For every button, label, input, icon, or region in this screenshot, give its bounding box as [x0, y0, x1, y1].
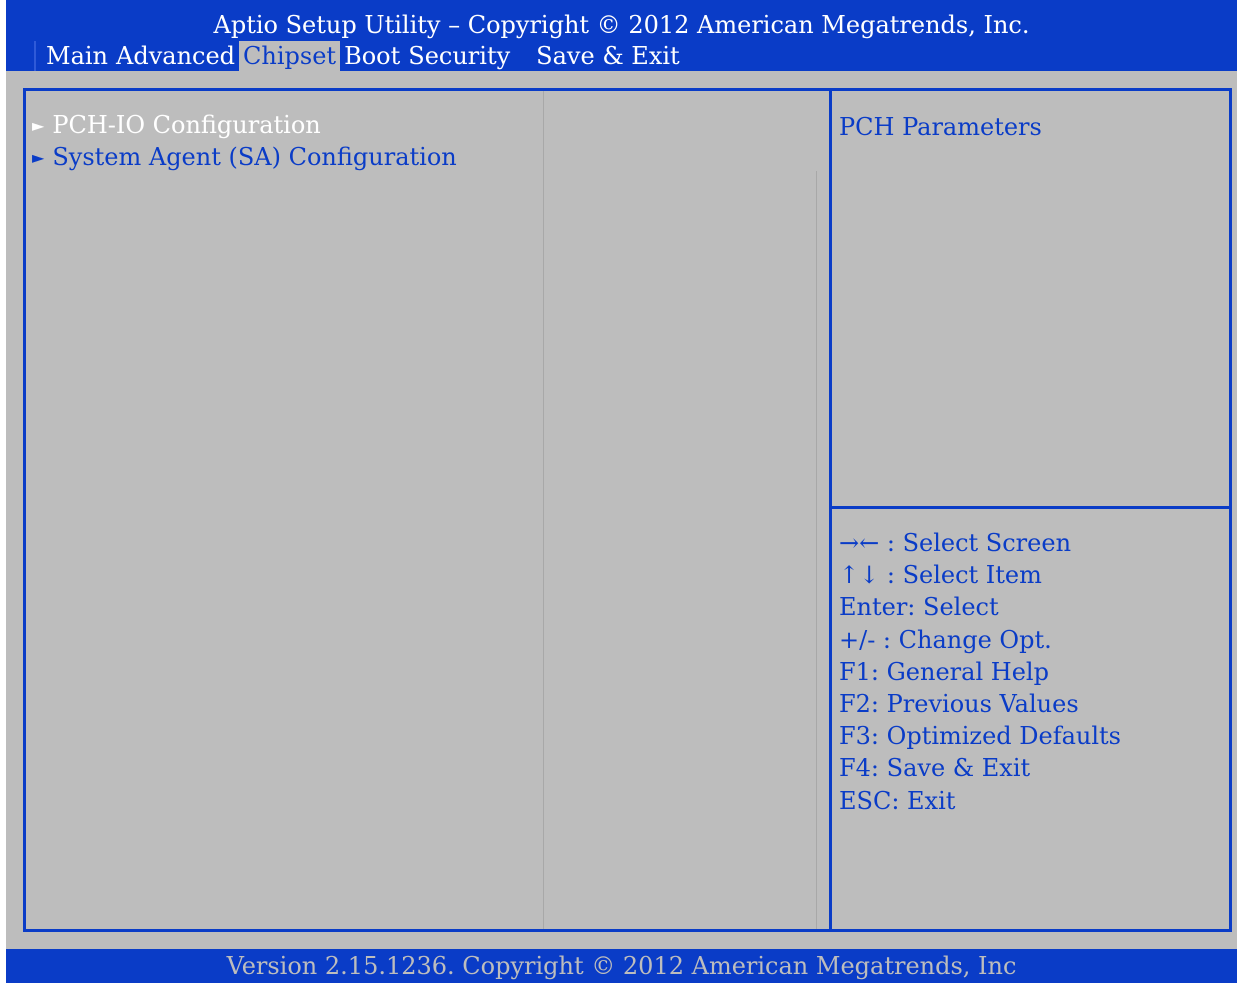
column-divider: [543, 91, 544, 929]
bios-screen: Aptio Setup Utility – Copyright © 2012 A…: [6, 0, 1237, 983]
help-text: PCH Parameters: [839, 113, 1042, 141]
help-panel: PCH Parameters →← : Select Screen ↑↓ : S…: [829, 88, 1232, 932]
key-hint-change-opt: +/- : Change Opt.: [839, 625, 1052, 654]
key-hint-f4: F4: Save & Exit: [839, 754, 1031, 783]
tab-security[interactable]: Security: [404, 41, 514, 71]
help-divider: [832, 506, 1229, 509]
column-divider-right: [816, 171, 817, 929]
key-hint-f3: F3: Optimized Defaults: [839, 722, 1121, 751]
tab-boot[interactable]: Boot: [340, 41, 404, 71]
tab-advanced[interactable]: Advanced: [112, 41, 239, 71]
key-hint-esc: ESC: Exit: [839, 786, 956, 815]
key-hint-enter: Enter: Select: [839, 593, 999, 622]
settings-panel: ► PCH-IO Configuration ► System Agent (SA)…: [23, 88, 829, 932]
tab-bar: Main Advanced Chipset Boot Security Save…: [34, 41, 684, 71]
tab-save-exit[interactable]: Save & Exit: [532, 41, 684, 71]
menu-item-system-agent-configuration[interactable]: ► System Agent (SA) Configuration: [32, 142, 457, 173]
menu-item-pch-io-configuration[interactable]: ► PCH-IO Configuration: [32, 110, 321, 141]
key-hint-f2: F2: Previous Values: [839, 689, 1079, 718]
header-bar: Aptio Setup Utility – Copyright © 2012 A…: [6, 0, 1237, 71]
tab-chipset[interactable]: Chipset: [239, 41, 341, 71]
tab-bar-divider: [34, 41, 36, 71]
header-title: Aptio Setup Utility – Copyright © 2012 A…: [213, 11, 1030, 39]
tab-main[interactable]: Main: [42, 41, 112, 71]
key-legend: →← : Select Screen ↑↓ : Select Item Ente…: [839, 527, 1121, 817]
key-hint-f1: F1: General Help: [839, 657, 1049, 686]
key-hint-select-item: ↑↓ : Select Item: [839, 561, 1042, 590]
submenu-arrow-icon: ►: [32, 116, 45, 135]
menu-item-label: PCH-IO Configuration: [52, 111, 321, 139]
footer-version: Version 2.15.1236. Copyright © 2012 Amer…: [6, 949, 1237, 983]
submenu-arrow-icon: ►: [32, 148, 45, 167]
key-hint-select-screen: →← : Select Screen: [839, 529, 1072, 557]
menu-item-label: System Agent (SA) Configuration: [52, 143, 457, 171]
